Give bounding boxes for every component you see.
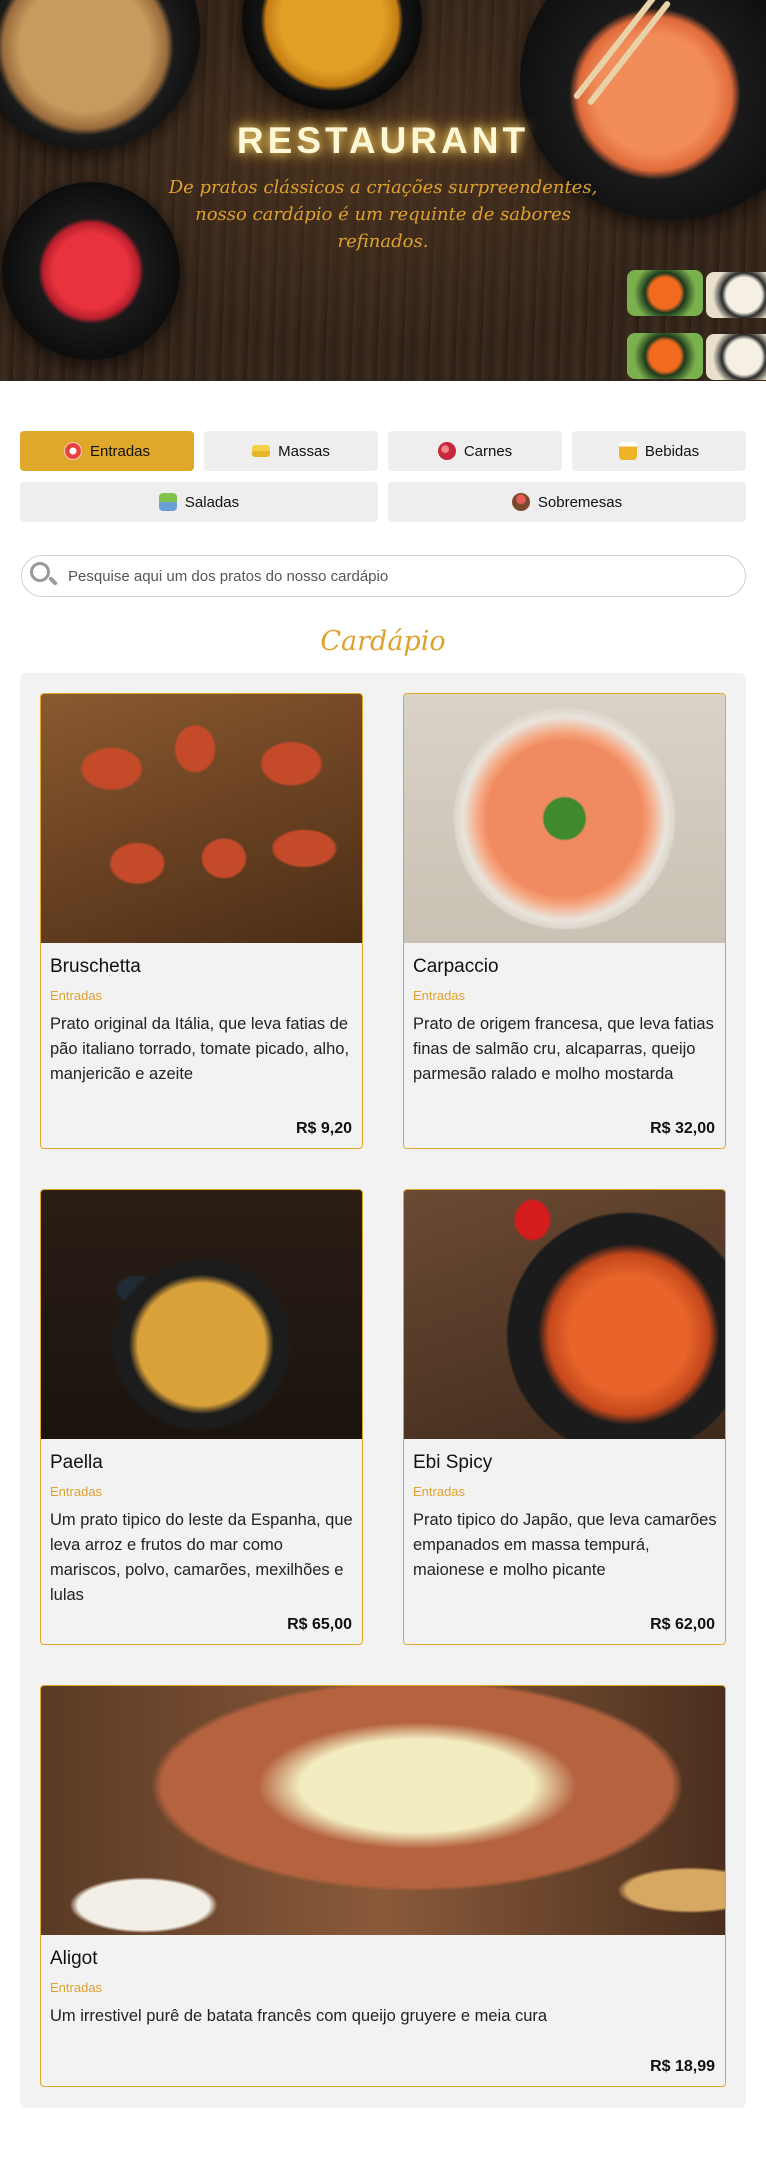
sobremesas-icon (511, 493, 530, 511)
dish-price: R$ 9,20 (295, 1120, 352, 1137)
soup-bowl-image (242, 0, 422, 110)
dish-name: Bruschetta (50, 956, 141, 977)
massas-icon (252, 445, 271, 457)
dish-price: R$ 62,00 (650, 1616, 715, 1633)
entradas-icon (63, 442, 82, 460)
category-label: Saladas (184, 493, 240, 511)
category-saladas-button[interactable]: Saladas (20, 482, 378, 522)
hero-title: RESTAURANT (236, 120, 530, 161)
category-label: Entradas (89, 442, 151, 460)
dish-description: Um irrestivel purê de batata francês com… (50, 2007, 548, 2025)
dish-category: Entradas (50, 988, 103, 1003)
category-label: Carnes (463, 442, 513, 460)
menu-card-ebi-spicy[interactable]: Ebi Spicy Entradas Prato tipico do Japão… (403, 1189, 726, 1645)
dish-name: Ebi Spicy (413, 1452, 493, 1473)
dish-name: Aligot (50, 1948, 98, 1969)
menu-card-carpaccio[interactable]: Carpaccio Entradas Prato de origem franc… (403, 693, 726, 1149)
category-bebidas-button[interactable]: Bebidas (572, 431, 746, 471)
category-label: Bebidas (644, 442, 700, 460)
dish-description: Prato de origem francesa, que leva fatia… (413, 1015, 714, 1083)
category-label: Sobremesas (537, 493, 623, 511)
menu-card-paella[interactable]: Paella Entradas Um prato tipico do leste… (40, 1189, 363, 1645)
saladas-icon (158, 493, 177, 511)
sushi-image (706, 334, 766, 380)
hero-banner: RESTAURANT De pratos clássicos a criaçõe… (0, 0, 766, 381)
bebidas-icon (618, 442, 637, 460)
carnes-icon (437, 442, 456, 460)
dish-name: Paella (50, 1452, 103, 1473)
sushi-image (627, 333, 703, 379)
dish-description: Um prato tipico do leste da Espanha, que… (50, 1511, 353, 1604)
sushi-image (706, 272, 766, 318)
dish-description: Prato tipico do Japão, que leva camarões… (413, 1511, 717, 1579)
category-entradas-button[interactable]: Entradas (20, 431, 194, 471)
dish-name: Carpaccio (413, 956, 499, 977)
category-sobremesas-button[interactable]: Sobremesas (388, 482, 746, 522)
dish-category: Entradas (50, 1484, 103, 1499)
dish-category: Entradas (413, 988, 466, 1003)
category-carnes-button[interactable]: Carnes (388, 431, 562, 471)
category-massas-button[interactable]: Massas (204, 431, 378, 471)
dish-price: R$ 65,00 (287, 1616, 352, 1633)
ginger-plate-image (2, 182, 180, 360)
dish-image (404, 694, 725, 943)
menu-card-bruschetta[interactable]: Bruschetta Entradas Prato original da It… (40, 693, 363, 1149)
dish-price: R$ 32,00 (650, 1120, 715, 1137)
dish-image (41, 1686, 725, 1935)
dish-category: Entradas (413, 1484, 466, 1499)
dish-description: Prato original da Itália, que leva fatia… (50, 1015, 350, 1083)
menu-title: Cardápio (320, 626, 446, 657)
sushi-image (627, 270, 703, 316)
dish-price: R$ 18,99 (650, 2058, 715, 2075)
category-label: Massas (278, 442, 330, 460)
dish-image (41, 694, 362, 943)
dish-image (41, 1190, 362, 1439)
menu-card-aligot[interactable]: Aligot Entradas Um irrestivel purê de ba… (40, 1685, 726, 2087)
search-input[interactable] (68, 567, 708, 585)
search-icon[interactable] (28, 560, 60, 592)
dish-image (404, 1190, 725, 1439)
dish-category: Entradas (50, 1980, 103, 1995)
search-bar[interactable] (21, 555, 746, 597)
hero-subtitle: De pratos clássicos a criações surpreend… (168, 177, 598, 252)
